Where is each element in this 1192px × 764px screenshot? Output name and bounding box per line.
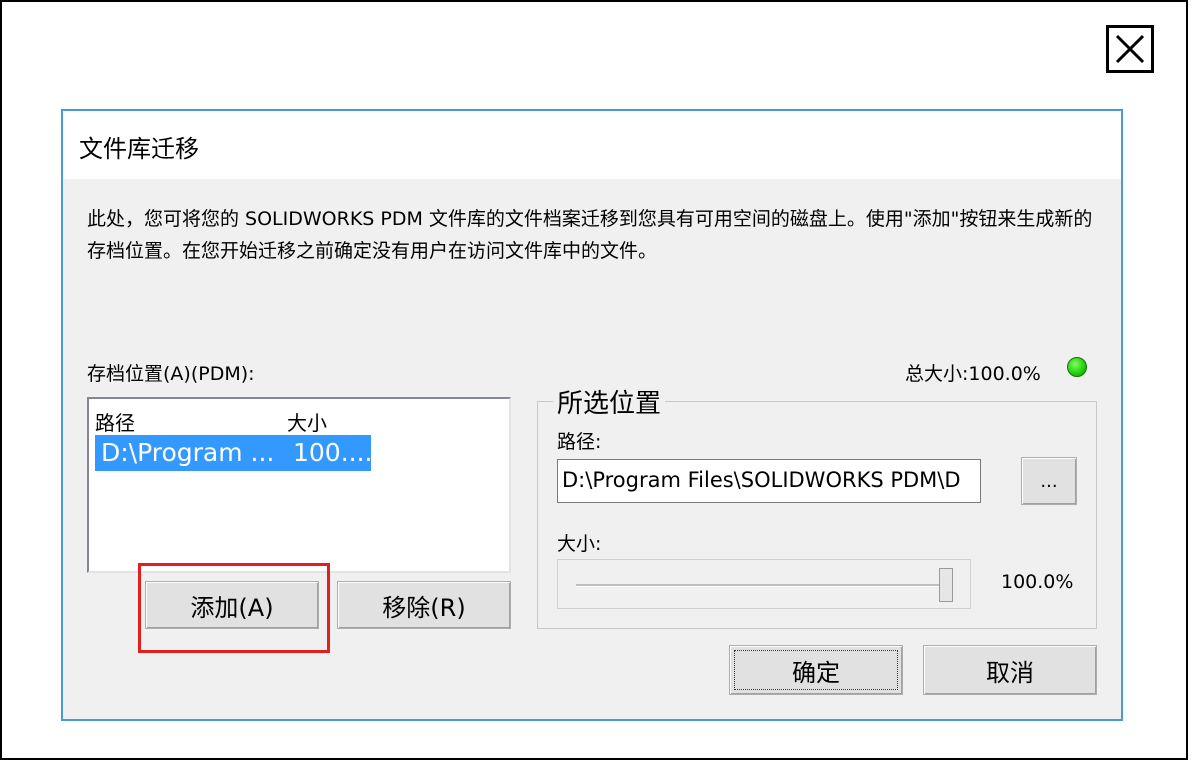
selected-location-title: 所选位置 [553,383,666,420]
archive-location-label: 存档位置(A)(PDM): [87,363,255,385]
dialog-description: 此处，您可将您的 SOLIDWORKS PDM 文件库的文件档案迁移到您具有可用… [87,208,1093,262]
column-header-path[interactable]: 路径 [95,407,135,436]
dialog-titlebar: 文件库迁移 [63,111,1121,179]
cancel-button[interactable]: 取消 [923,645,1097,695]
remove-button[interactable]: 移除(R) [337,581,511,629]
status-indicator-icon [1067,357,1087,377]
slider-thumb[interactable] [939,568,953,602]
archive-location-list[interactable]: 路径 大小 D:\Program ... 100.... [87,397,511,573]
focus-rect [734,650,898,690]
vault-migration-dialog: 文件库迁移 此处，您可将您的 SOLIDWORKS PDM 文件库的文件档案迁移… [61,109,1123,721]
list-item[interactable]: D:\Program ... 100.... [95,435,373,471]
dialog-title: 文件库迁移 [79,135,199,163]
size-value: 100.0% [1001,571,1074,593]
highlight-box [138,563,330,653]
path-field[interactable]: D:\Program Files\SOLIDWORKS PDM\D [557,459,981,503]
size-slider[interactable] [557,559,971,609]
list-item-path: D:\Program ... [101,438,275,467]
close-icon [1115,34,1145,64]
list-item-size: 100.... [293,438,373,467]
path-label: 路径: [557,431,602,453]
total-size-label: 总大小:100.0% [905,363,1041,385]
ok-button[interactable]: 确定 [729,645,903,695]
browse-button[interactable]: ... [1021,457,1077,505]
close-button[interactable] [1106,25,1154,73]
column-header-size[interactable]: 大小 [287,407,327,436]
slider-track [576,584,946,587]
size-label: 大小: [557,533,602,555]
